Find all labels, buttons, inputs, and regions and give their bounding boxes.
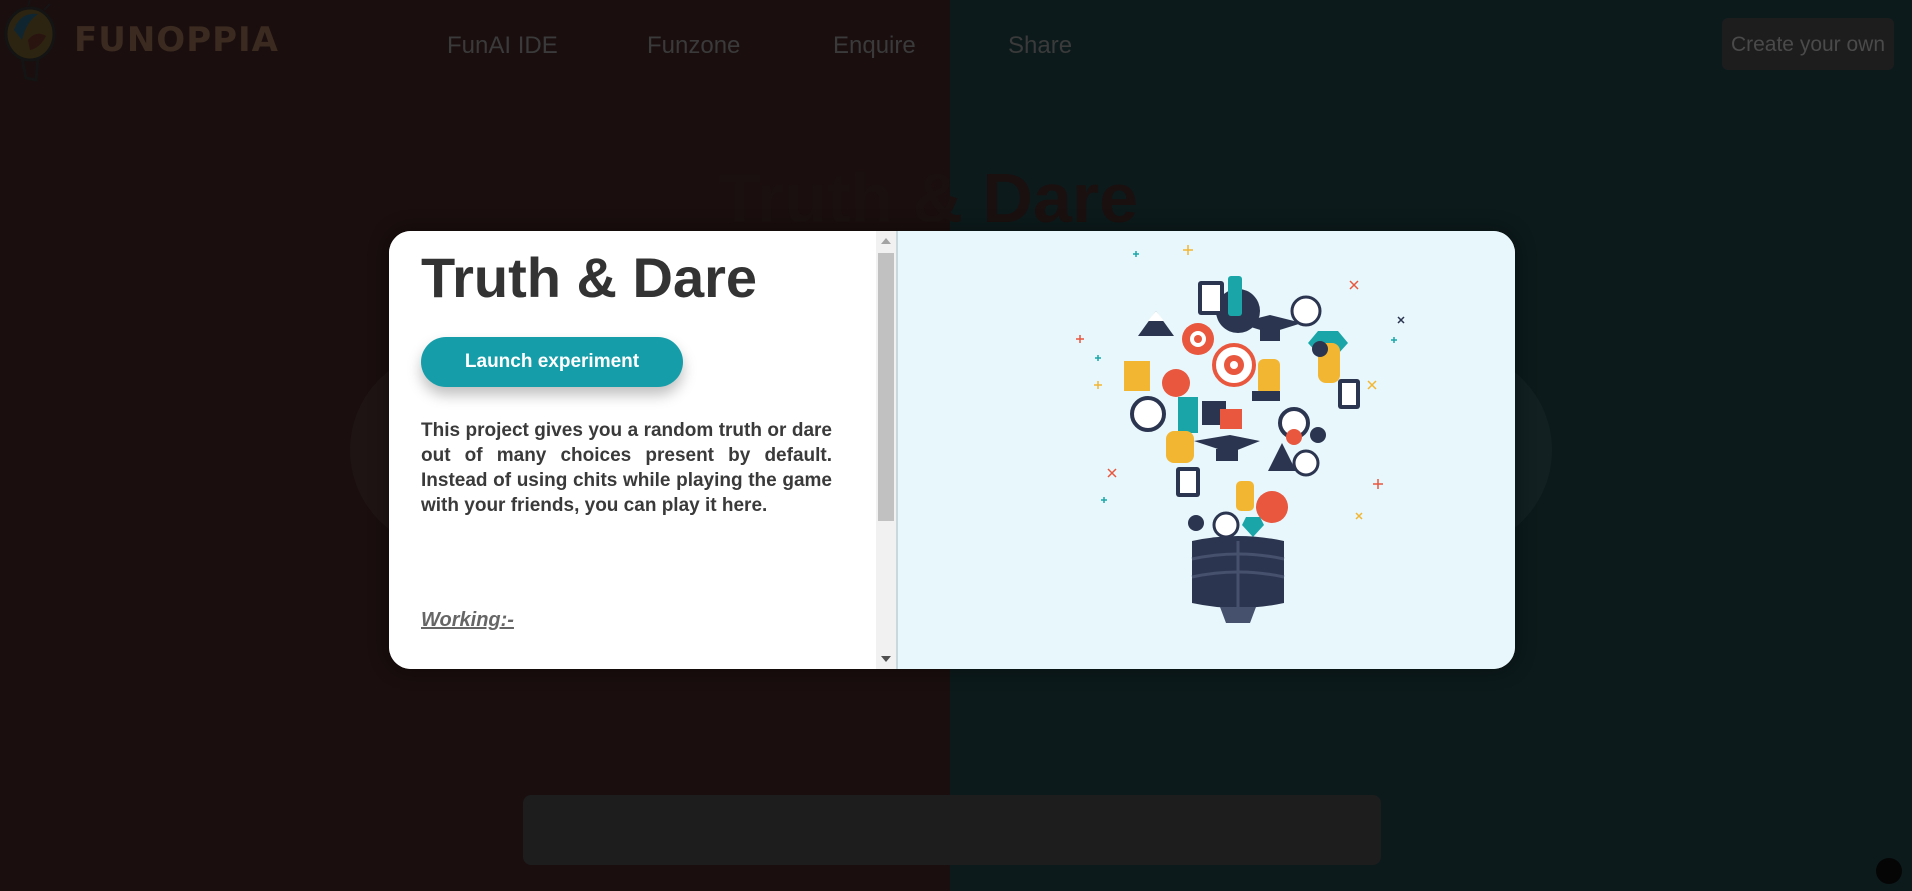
navbar: FUNOPPIA FunAI IDE Funzone Enquire Share… bbox=[0, 0, 1912, 90]
background-input-bar bbox=[523, 795, 1381, 865]
project-description: This project gives you a random truth or… bbox=[421, 420, 832, 516]
modal-title: Truth & Dare bbox=[421, 246, 758, 309]
lightbulb-logo-icon[interactable] bbox=[0, 0, 70, 86]
lightbulb-ideas-illustration bbox=[1076, 245, 1405, 623]
nav-item-enquire[interactable]: Enquire bbox=[833, 32, 916, 60]
working-heading: Working:- bbox=[421, 609, 514, 631]
experiment-modal: Truth & Dare Launch experiment This proj… bbox=[389, 231, 1515, 669]
brand-name[interactable]: FUNOPPIA bbox=[74, 20, 279, 60]
background-page-title: Truth & Dare bbox=[718, 159, 1139, 237]
nav-item-share[interactable]: Share bbox=[1008, 32, 1072, 60]
scroll-up-arrow-icon[interactable] bbox=[881, 238, 891, 244]
floating-dot-button[interactable] bbox=[1876, 858, 1902, 884]
nav-item-funzone[interactable]: Funzone bbox=[647, 32, 740, 60]
modal-text-panel[interactable]: Truth & Dare Launch experiment This proj… bbox=[389, 231, 896, 669]
modal-illustration-panel bbox=[896, 231, 1515, 669]
nav-item-funai-ide[interactable]: FunAI IDE bbox=[447, 32, 558, 60]
modal-scrollbar-thumb[interactable] bbox=[878, 253, 894, 521]
scroll-down-arrow-icon[interactable] bbox=[881, 656, 891, 662]
create-your-own-button[interactable]: Create your own bbox=[1722, 18, 1894, 70]
launch-experiment-button[interactable]: Launch experiment bbox=[421, 337, 683, 387]
